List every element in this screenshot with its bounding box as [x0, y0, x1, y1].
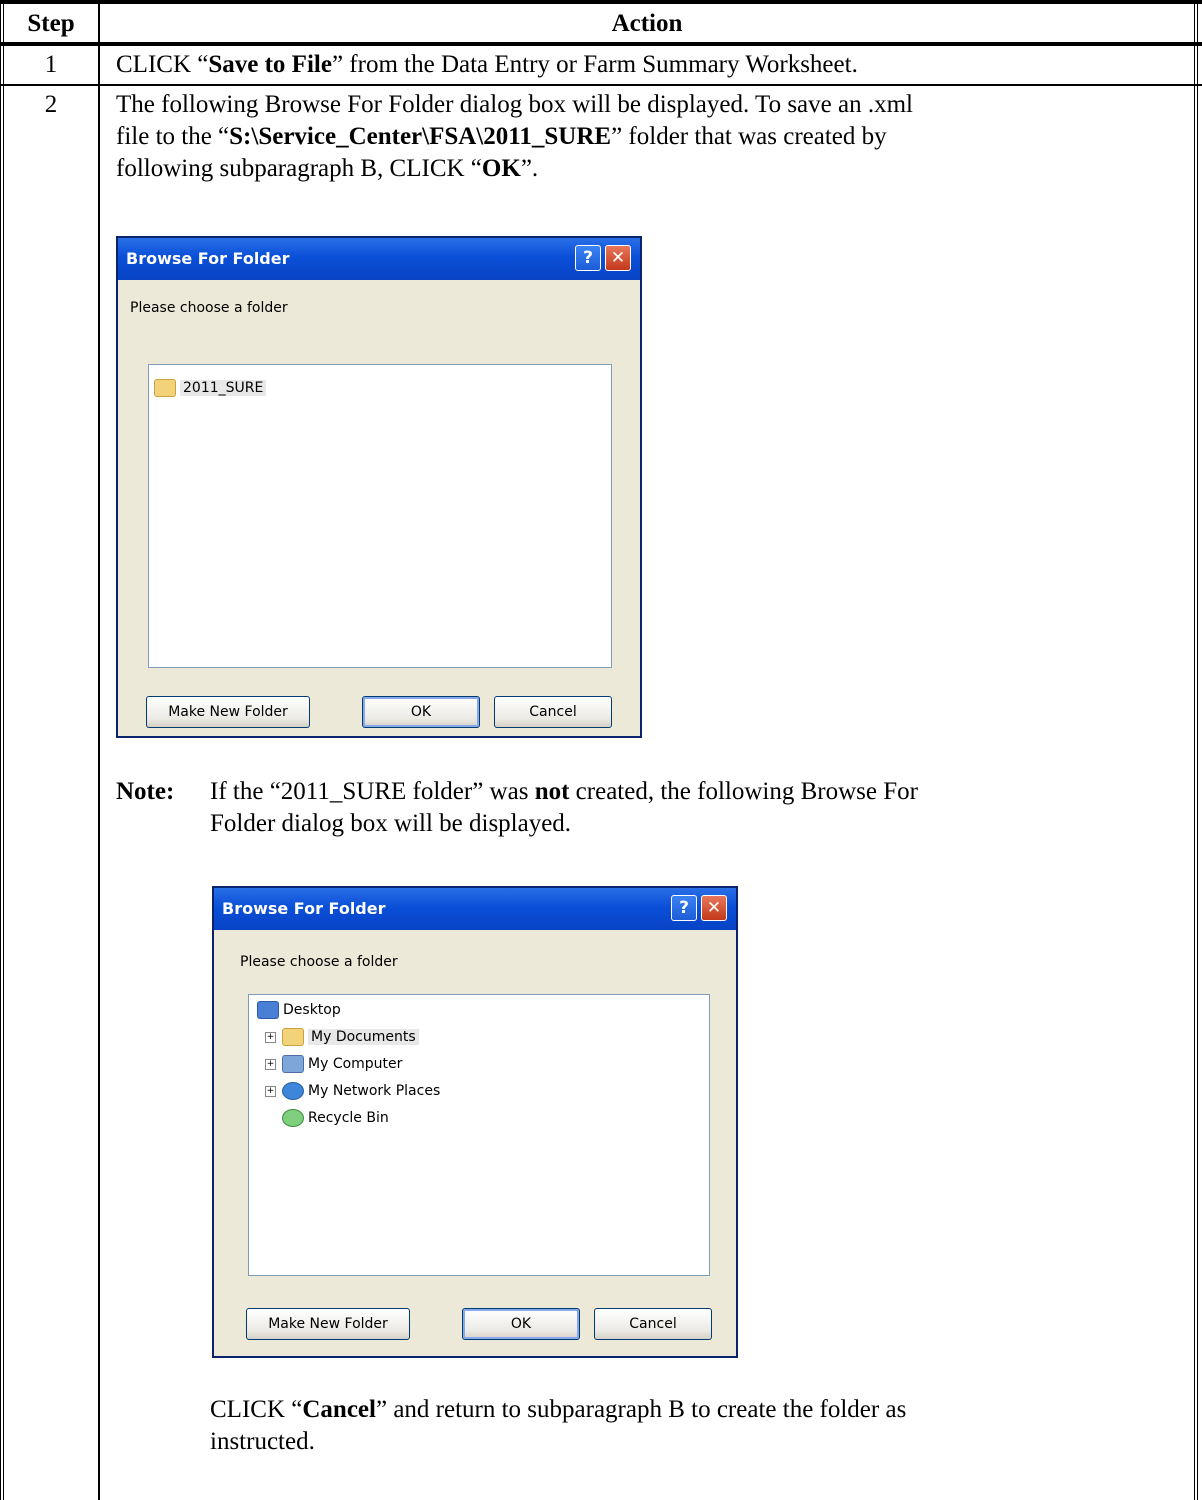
folder-tree[interactable]: 2011_SURE — [148, 364, 612, 668]
step-2-line-1: The following Browse For Folder dialog b… — [116, 91, 913, 118]
header-divider — [0, 42, 1202, 46]
table-top-border — [0, 0, 1202, 4]
dialog-title-bar: Browse For Folder ? ✕ — [118, 238, 640, 280]
tree-item-my-computer[interactable]: + My Computer — [265, 1053, 402, 1075]
tree-item-my-documents[interactable]: + My Documents — [265, 1026, 419, 1048]
network-icon — [282, 1082, 304, 1100]
expand-icon[interactable]: + — [265, 1085, 276, 1097]
step-number-1: 1 — [44, 51, 58, 78]
note-label: Note: — [116, 778, 175, 805]
folder-tree[interactable]: Desktop + My Documents + My Computer + My N… — [248, 994, 710, 1276]
tree-item-my-network-places[interactable]: + My Network Places — [265, 1080, 440, 1102]
tree-item-desktop[interactable]: Desktop — [257, 999, 341, 1021]
step-1-text: CLICK “Save to File” from the Data Entry… — [116, 51, 858, 78]
ok-button[interactable]: OK — [462, 1308, 580, 1340]
dialog-title-bar: Browse For Folder ? ✕ — [214, 888, 736, 930]
expand-icon[interactable]: + — [265, 1058, 276, 1070]
final-line-2: instructed. — [210, 1428, 315, 1455]
folder-icon — [154, 379, 176, 397]
step-2-line-3: following subparagraph B, CLICK “OK”. — [116, 155, 539, 182]
header-action: Action — [611, 10, 683, 37]
step-2-line-2: file to the “S:\Service_Center\FSA\2011_… — [116, 123, 887, 150]
dialog-prompt: Please choose a folder — [240, 954, 398, 970]
header-step: Step — [27, 10, 75, 37]
browse-folder-dialog-1: Browse For Folder ? ✕ Please choose a fo… — [116, 236, 642, 738]
desktop-icon — [257, 1001, 279, 1019]
dialog-title: Browse For Folder — [126, 249, 290, 268]
folder-icon — [282, 1028, 304, 1046]
browse-folder-dialog-2: Browse For Folder ? ✕ Please choose a fo… — [212, 886, 738, 1358]
close-icon[interactable]: ✕ — [605, 245, 631, 271]
note-line-2: Folder dialog box will be displayed. — [210, 810, 572, 837]
recycle-bin-icon — [282, 1109, 304, 1127]
help-icon[interactable]: ? — [575, 245, 601, 271]
tree-item-2011-sure[interactable]: 2011_SURE — [154, 377, 267, 399]
make-new-folder-button[interactable]: Make New Folder — [146, 696, 310, 728]
ok-button[interactable]: OK — [362, 696, 480, 728]
dialog-prompt: Please choose a folder — [130, 300, 288, 316]
make-new-folder-button[interactable]: Make New Folder — [246, 1308, 410, 1340]
step-number-2: 2 — [44, 91, 58, 118]
tree-item-recycle-bin[interactable]: Recycle Bin — [282, 1107, 389, 1129]
note-line-1: If the “2011_SURE folder” was not create… — [210, 778, 918, 805]
help-icon[interactable]: ? — [671, 895, 697, 921]
close-icon[interactable]: ✕ — [701, 895, 727, 921]
cancel-button[interactable]: Cancel — [494, 696, 612, 728]
expand-icon[interactable]: + — [265, 1031, 276, 1043]
cancel-button[interactable]: Cancel — [594, 1308, 712, 1340]
dialog-title: Browse For Folder — [222, 899, 386, 918]
column-divider — [98, 0, 100, 1500]
row-divider — [0, 84, 1202, 86]
computer-icon — [282, 1055, 304, 1073]
final-line-1: CLICK “Cancel” and return to subparagrap… — [210, 1396, 907, 1423]
